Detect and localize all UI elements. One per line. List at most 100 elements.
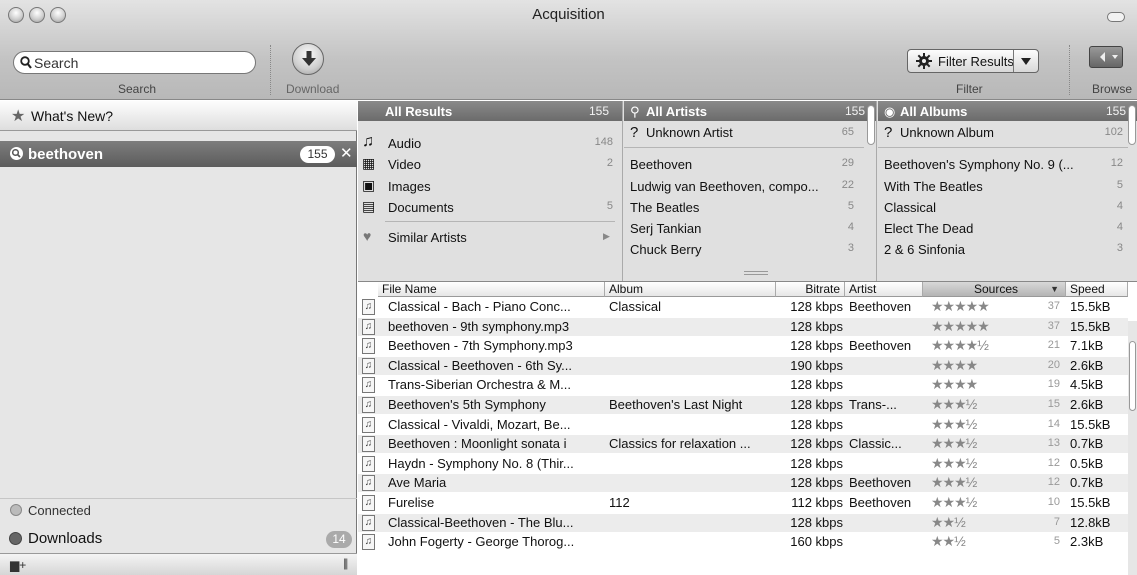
file-name-cell: Furelise [388,495,435,510]
type-images[interactable]: ▣ Images [358,176,622,198]
speed-cell: 2.3kB [1070,534,1104,550]
question-icon: ? [884,124,893,141]
unknown-album-count: 102 [1104,126,1123,138]
type-video[interactable]: ▦ Video 2 [358,154,622,176]
album-item[interactable]: Elect The Dead 4 [878,218,1128,240]
download-button[interactable] [292,43,324,75]
table-row[interactable]: ♫ Classical-Beethoven - The Blu... 128 kbp… [358,513,1128,532]
artists-scroll-thumb[interactable] [867,105,875,145]
table-row[interactable]: ♫ Classical - Bach - Piano Conc... Classic… [358,298,1128,316]
add-folder-button[interactable]: ▆+ [10,558,26,572]
column-header-album[interactable]: Album [605,282,776,297]
column-header-sources[interactable]: Sources ▼ [923,282,1066,297]
artist-cell: Classic... [849,436,902,452]
file-name-cell: John Fogerty - George Thorog... [388,534,575,550]
browser-panes: All Results 155 ♫ Audio 148 ▦ Video 2 ▣ … [358,101,1137,281]
table-row[interactable]: ♫ Trans-Siberian Orchestra & M... 128 kbps… [358,376,1128,394]
speed-cell: 7.1kB [1070,338,1104,354]
table-row[interactable]: ♫ Haydn - Symphony No. 8 (Thir... 128 kbps… [358,455,1128,473]
column-header-speed[interactable]: Speed [1066,282,1128,297]
table-row[interactable]: ♫ Furelise 112 112 kbps Beethoven ★★★½ 10 15.5k… [358,494,1128,512]
bitrate-cell: 128 kbps [790,318,843,334]
gear-icon [916,53,932,69]
table-row[interactable]: ♫ Classical - Vivaldi, Mozart, Be... 128 k… [358,416,1128,434]
column-header-file-name[interactable]: File Name [378,282,605,297]
audio-file-icon: ♫ [362,495,375,511]
sources-count-cell: 10 [1047,496,1060,508]
audio-file-icon: ♫ [362,475,375,492]
resize-grip-icon[interactable]: ||| [343,556,349,570]
downloads-item[interactable]: Downloads 14 [0,526,357,552]
album-item[interactable]: With The Beatles 5 [878,176,1128,198]
album-cell: 112 [609,495,630,510]
sidebar-search-beethoven[interactable]: beethoven 155 ✕ [0,141,357,167]
documents-icon: ▤ [362,198,376,214]
type-label: Audio [388,136,422,151]
all-results-row[interactable]: All Results 155 [358,101,622,121]
artist-item[interactable]: Serj Tankian 4 [624,218,864,240]
album-item[interactable]: 2 & 6 Sinfonia 3 [878,239,1128,261]
close-icon[interactable]: ✕ [340,144,353,162]
all-artists-row[interactable]: ⚲ All Artists 155 [624,101,876,121]
table-row[interactable]: ♫ John Fogerty - George Thorog... 160 kbps… [358,533,1128,551]
column-header-bitrate[interactable]: Bitrate [776,282,845,297]
type-audio[interactable]: ♫ Audio 148 [358,133,622,155]
filter-results-button[interactable]: Filter Results [907,49,1039,73]
rating-stars: ★★½ [931,513,966,530]
sources-count-cell: 12 [1047,456,1060,469]
type-documents[interactable]: ▤ Documents 5 [358,197,622,219]
artist-label: Chuck Berry [630,242,702,257]
album-count: 12 [1110,157,1123,169]
bitrate-cell: 160 kbps [790,534,843,550]
search-input[interactable] [34,54,249,71]
similar-artists-item[interactable]: ♥ Similar Artists ▶ [358,227,622,249]
unknown-artist-item[interactable]: ? Unknown Artist 65 [624,123,864,145]
all-albums-row[interactable]: ◉ All Albums 155 [878,101,1137,121]
column-header-artist[interactable]: Artist [845,282,923,297]
pane-divider [878,147,1128,148]
albums-pane: ◉ All Albums 155 ? Unknown Album 102 Bee… [878,101,1137,281]
browse-label: Browse [1092,82,1133,96]
table-row[interactable]: ♫ Beethoven's 5th Symphony Beethoven's Las… [358,396,1128,414]
browse-button[interactable] [1089,46,1123,68]
sources-count-cell: 5 [1053,535,1060,548]
search-field[interactable] [13,51,256,74]
bitrate-cell: 128 kbps [790,397,843,412]
speed-cell: 0.7kB [1070,475,1104,491]
all-albums-count: 155 [1106,104,1127,118]
chevron-down-icon[interactable] [1020,54,1032,68]
audio-file-icon: ♫ [362,397,375,413]
table-row[interactable]: ♫ Classical - Beethoven - 6th Sy... 190 kb… [358,356,1128,375]
bitrate-cell: 128 kbps [790,514,843,530]
table-row[interactable]: ♫ Beethoven : Moonlight sonata i Classics … [358,435,1128,454]
toolbar-toggle-button[interactable] [1107,12,1125,22]
types-pane: All Results 155 ♫ Audio 148 ▦ Video 2 ▣ … [358,101,623,281]
results-table: File Name Album Bitrate Artist Sources ▼… [358,281,1137,575]
table-row[interactable]: ♫ Ave Maria 128 kbps Beethoven ★★★½ 12 0.7kB [358,474,1128,493]
speed-cell: 15.5kB [1070,495,1111,510]
results-scroll-thumb[interactable] [1129,341,1136,411]
artist-item[interactable]: Chuck Berry 3 [624,239,864,261]
rating-stars: ★★★½ [931,435,977,452]
artist-item[interactable]: Beethoven 29 [624,154,864,176]
whats-new-item[interactable]: ★ What's New? [0,101,357,131]
sources-count-cell: 12 [1047,476,1060,489]
table-row[interactable]: ♫ Beethoven - 7th Symphony.mp3 128 kbps Bee… [358,337,1128,355]
albums-scroll-thumb[interactable] [1128,105,1136,145]
type-count: 2 [606,157,613,169]
album-cell: Classical [609,299,662,314]
pane-resize-handle[interactable] [744,271,768,275]
table-row[interactable]: ♫ beethoven - 9th symphony.mp3 128 kbps ★★★… [358,317,1128,336]
unknown-album-item[interactable]: ? Unknown Album 102 [878,123,1128,145]
album-item[interactable]: Beethoven's Symphony No. 9 (... 12 [878,154,1128,176]
album-item[interactable]: Classical 4 [878,197,1128,219]
artist-item[interactable]: The Beatles 5 [624,197,864,219]
artist-cell: Trans-... [849,397,897,412]
bitrate-cell: 128 kbps [790,475,843,491]
results-scrollbar[interactable] [1128,321,1137,575]
toolbar-separator [270,45,271,95]
question-icon: ? [630,124,639,141]
artist-item[interactable]: Ludwig van Beethoven, compo... 22 [624,176,864,198]
file-name-cell: Beethoven's 5th Symphony [388,397,546,412]
bitrate-cell: 128 kbps [790,338,843,354]
